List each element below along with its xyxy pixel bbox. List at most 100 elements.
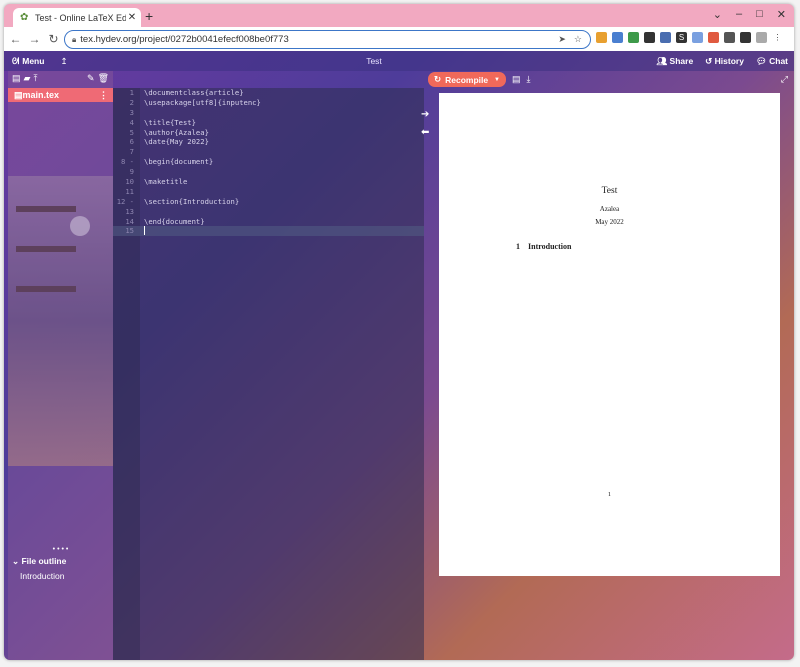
recompile-options-caret-icon[interactable]: ▼ (494, 77, 500, 83)
new-tab-button[interactable]: + (145, 8, 153, 24)
file-menu-icon[interactable]: ⋮ (99, 90, 108, 101)
menu-button[interactable]: ᘛ Menu (12, 56, 44, 67)
tab-strip: ✿ Test - Online LaTeX Editor ov... ✕ + ⌄… (4, 4, 794, 27)
line-text[interactable]: \section{Introduction} (144, 197, 239, 207)
file-outline-header[interactable]: ⌄ File outline (12, 556, 66, 567)
download-pdf-icon[interactable]: ⤓ (527, 74, 531, 85)
share-button[interactable]: 👥︎ Share (656, 56, 693, 67)
shelf-decoration (16, 206, 76, 212)
code-line[interactable]: 14 \end{document} (113, 217, 424, 227)
extension-icon[interactable] (660, 32, 671, 43)
outline-resize-handle[interactable]: • • • • (8, 546, 113, 553)
recompile-button[interactable]: ↻ Recompile ▼ (428, 72, 506, 87)
cookie-extension-icon[interactable] (596, 32, 607, 43)
line-number: 11 (125, 186, 134, 196)
line-number: 3 (129, 107, 134, 117)
up-arrow-icon[interactable]: ↥ (60, 56, 67, 67)
file-icon: ▤ (14, 89, 23, 100)
line-number: 4 (129, 117, 134, 127)
line-number: 14 (125, 216, 134, 226)
bookmark-star-icon[interactable]: ☆ (574, 34, 582, 45)
share-label: Share (669, 55, 694, 66)
browser-tab[interactable]: ✿ Test - Online LaTeX Editor ov... ✕ (13, 8, 141, 27)
code-line[interactable]: 4 \title{Test} (113, 118, 424, 128)
rename-pencil-icon[interactable]: ✎ (87, 73, 95, 84)
history-button[interactable]: ↺ History (705, 56, 744, 67)
new-folder-icon[interactable]: ▰ (24, 73, 31, 84)
code-editor[interactable]: 1 \documentclass{article} 2 \usepackage[utf… (113, 88, 424, 660)
line-number: 7 (129, 147, 134, 157)
line-text[interactable]: \maketitle (144, 177, 187, 187)
maximize-button[interactable]: □ (756, 8, 763, 21)
close-window-button[interactable]: ✕ (777, 8, 786, 21)
new-file-icon[interactable]: ▤ (12, 73, 21, 84)
code-line[interactable]: 15 (113, 226, 424, 237)
code-line[interactable]: 9 (113, 167, 424, 177)
forward-arrow-icon[interactable]: → (27, 32, 42, 46)
send-icon[interactable]: ➤ (558, 34, 566, 45)
shield-extension-icon[interactable] (628, 32, 639, 43)
pdf-section-title: Introduction (528, 242, 572, 251)
pdf-section-number: 1 (516, 242, 520, 251)
extension-icon[interactable] (692, 32, 703, 43)
reload-icon[interactable]: ↻ (46, 32, 61, 46)
tab-search-icon[interactable]: ⌄ (713, 8, 722, 21)
url-text[interactable]: tex.hydev.org/project/0272b0041efecf008b… (80, 34, 558, 45)
code-line[interactable]: 3 (113, 108, 424, 118)
line-text[interactable]: \date{May 2022} (144, 137, 209, 147)
code-lines[interactable]: 1 \documentclass{article} 2 \usepackage[utf… (113, 88, 424, 237)
sync-to-code-arrow-icon[interactable]: ⬅ (421, 127, 429, 138)
file-outline-label: File outline (21, 556, 67, 566)
address-bar[interactable]: 🔒︎ tex.hydev.org/project/0272b0041efecf0… (64, 30, 591, 49)
file-item-main-tex[interactable]: ▤ main.tex ⋮ (8, 88, 113, 102)
overleaf-app: ᘛ Menu ↥ Test 👥︎ Share ↺ History 💬︎ Chat… (4, 51, 794, 660)
code-line[interactable]: 8 - \begin{document} (113, 157, 424, 167)
line-number: 1 (129, 88, 134, 97)
moon-decoration (70, 216, 90, 236)
recompile-label: Recompile (445, 74, 489, 85)
chat-button[interactable]: 💬︎ Chat (756, 56, 788, 67)
sync-to-pdf-arrow-icon[interactable]: ➔ (421, 109, 429, 120)
lock-icon[interactable]: 🔒︎ (72, 35, 76, 45)
puzzle-extensions-icon[interactable] (724, 32, 735, 43)
extension-icon[interactable] (708, 32, 719, 43)
line-number: 5 (129, 127, 134, 137)
outline-item-introduction[interactable]: Introduction (20, 571, 64, 581)
line-text[interactable]: \documentclass{article} (144, 88, 244, 98)
upload-icon[interactable]: ⤒ (33, 73, 37, 84)
code-line[interactable]: 13 (113, 207, 424, 217)
pdf-page[interactable]: Test Azalea May 2022 1 Introduction 1 (439, 93, 780, 576)
line-text[interactable]: \usepackage[utf8]{inputenc} (144, 98, 261, 108)
line-text[interactable]: \title{Test} (144, 118, 196, 128)
window-controls: ⌄ – □ ✕ (713, 8, 786, 21)
code-line[interactable]: 2 \usepackage[utf8]{inputenc} (113, 98, 424, 108)
extension-icon[interactable] (612, 32, 623, 43)
line-text[interactable]: \author{Azalea} (144, 128, 209, 138)
text-cursor (144, 226, 145, 236)
close-tab-icon[interactable]: ✕ (126, 12, 138, 23)
project-title[interactable]: Test (344, 56, 404, 66)
profile-avatar-icon[interactable] (756, 32, 767, 43)
extensions-bar: S ⋮ (596, 32, 783, 43)
code-line[interactable]: 12 - \section{Introduction} (113, 197, 424, 207)
expand-pdf-icon[interactable]: ⤢ (781, 74, 788, 85)
delete-trash-icon[interactable]: 🗑︎ (98, 73, 109, 84)
minimize-button[interactable]: – (736, 8, 742, 21)
history-icon: ↺ (705, 55, 715, 66)
line-text[interactable]: \end{document} (144, 217, 205, 227)
line-text[interactable]: \begin{document} (144, 157, 213, 167)
s-extension-icon[interactable]: S (676, 32, 687, 43)
history-label: History (714, 55, 744, 66)
code-line[interactable]: 7 (113, 147, 424, 157)
code-line[interactable]: 10 \maketitle (113, 177, 424, 187)
code-line[interactable]: 5 \author{Azalea} (113, 128, 424, 138)
extension-icon[interactable] (644, 32, 655, 43)
pdf-date: May 2022 (595, 218, 624, 226)
kebab-menu-icon[interactable]: ⋮ (772, 32, 783, 43)
logs-document-icon[interactable]: ▤ (512, 74, 521, 85)
code-line[interactable]: 11 (113, 187, 424, 197)
code-line[interactable]: 1 \documentclass{article} (113, 88, 424, 98)
side-panel-icon[interactable] (740, 32, 751, 43)
code-line[interactable]: 6 \date{May 2022} (113, 137, 424, 147)
back-arrow-icon[interactable]: ← (8, 32, 23, 46)
